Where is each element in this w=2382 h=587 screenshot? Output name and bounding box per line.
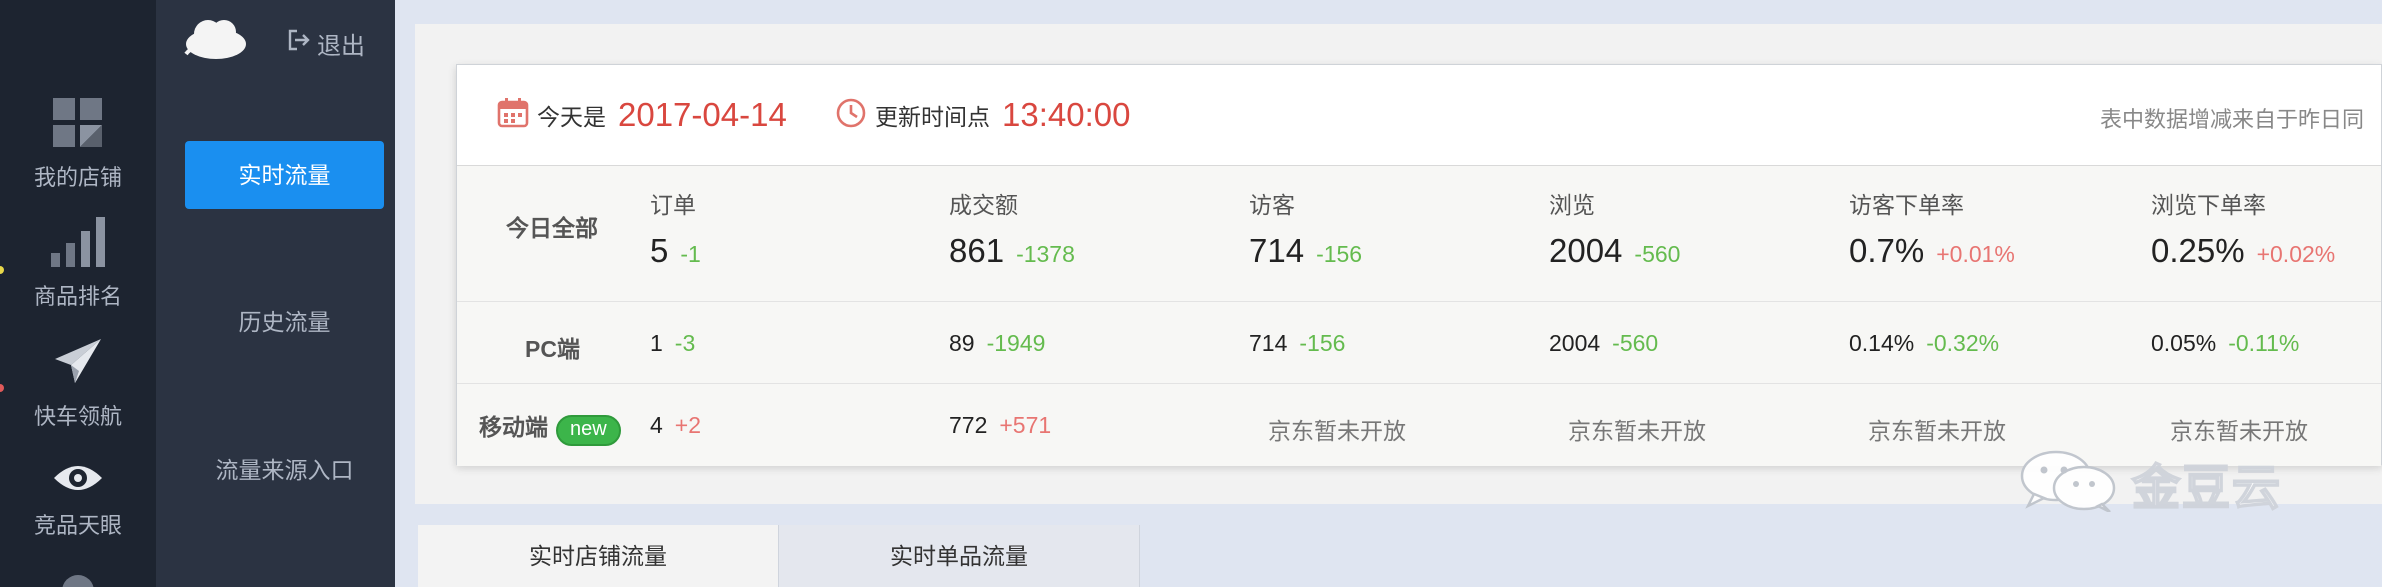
watermark: 金豆云	[2018, 448, 2282, 518]
metric-delta: -1	[680, 241, 701, 267]
menu-traffic-source[interactable]: 流量来源入口	[185, 436, 384, 504]
column-header: 订单	[650, 192, 696, 218]
metric-delta: +0.02%	[2256, 241, 2336, 267]
metric-orders: 4 +2	[650, 412, 701, 439]
metric-orders: 订单 5 -1	[650, 186, 701, 270]
comparison-note: 表中数据增减来自于昨日同	[2100, 107, 2365, 132]
rail-item-product-ranking[interactable]: 商品排名	[0, 217, 156, 311]
row-title-mobile: 移动端 new	[479, 408, 621, 446]
metric-visitor-conversion: 访客下单率 0.7% +0.01%	[1849, 186, 2015, 270]
metric-value: 772	[949, 412, 988, 438]
metric-value: 0.14%	[1849, 330, 1915, 356]
metric-value: 89	[949, 330, 975, 356]
eye-icon	[0, 460, 156, 502]
metric-delta: -1949	[986, 330, 1046, 356]
metric-sales: 772 +571	[949, 412, 1051, 439]
metric-delta: +0.01%	[1936, 241, 2015, 267]
logout-icon	[287, 28, 311, 59]
not-available-text: 京东暂未开放	[1568, 418, 1706, 444]
rail-item-label: 竞品天眼	[33, 513, 122, 538]
metric-delta: -156	[1299, 330, 1346, 356]
column-header: 访客	[1249, 192, 1295, 218]
metric-sales: 89 -1949	[949, 330, 1045, 357]
update-time-block: 更新时间点 13:40:00	[835, 96, 1130, 134]
metric-value: 5	[650, 232, 669, 269]
metric-visitor-conversion: 0.14% -0.32%	[1849, 330, 1999, 357]
bar-chart-icon	[0, 217, 156, 273]
row-title: 移动端	[479, 414, 548, 440]
column-header: 成交额	[949, 192, 1018, 218]
metric-pageview-conversion: 0.05% -0.11%	[2151, 330, 2299, 357]
metric-pageviews: 2004 -560	[1549, 330, 1658, 357]
logout-label: 退出	[317, 33, 365, 60]
not-available-text: 京东暂未开放	[1268, 418, 1406, 444]
column-header: 浏览下单率	[2151, 192, 2266, 218]
metric-delta: -156	[1316, 241, 1363, 267]
metric-orders: 1 -3	[650, 330, 695, 357]
metric-pageviews: 浏览 2004 -560	[1549, 186, 1680, 270]
metric-delta: -0.32%	[1926, 330, 2000, 356]
metric-sales: 成交额 861 -1378	[949, 186, 1075, 270]
rail-item-label: 快车领航	[33, 404, 122, 429]
metric-value: 0.05%	[2151, 330, 2217, 356]
metric-visitors: 访客 714 -156	[1249, 186, 1362, 270]
metric-delta: -560	[1612, 330, 1659, 356]
table-row-today-all: 今日全部 订单 5 -1 成交额 861 -1378 访客 714 -156 浏览 2…	[457, 166, 2381, 302]
rail-item-label: 我的店铺	[33, 165, 122, 190]
calendar-icon	[497, 97, 529, 133]
tab-realtime-shop-traffic[interactable]: 实时店铺流量	[418, 525, 778, 587]
new-badge: new	[556, 415, 621, 446]
rail-item-label: 商品排名	[33, 284, 122, 309]
wechat-icon	[2018, 450, 2122, 517]
metric-value: 0.25%	[2151, 232, 2245, 269]
metric-value: 0.7%	[1849, 232, 1925, 269]
clock-icon	[835, 97, 867, 134]
menu-history-traffic[interactable]: 历史流量	[185, 288, 384, 356]
metric-value: 1	[650, 330, 663, 356]
table-row-pc: PC端 1 -3 89 -1949 714 -156 2004 -560 0.14% -0…	[457, 302, 2381, 384]
update-value: 13:40:00	[1002, 96, 1131, 133]
column-header: 浏览	[1549, 192, 1595, 218]
icon-rail: 我的店铺 商品排名 快车领航 竞品天眼	[0, 0, 156, 587]
metric-value: 714	[1249, 330, 1288, 356]
watermark-text: 金豆云	[2131, 461, 2283, 516]
metric-delta: +2	[674, 412, 702, 438]
metric-value: 2004	[1549, 330, 1601, 356]
date-block: 今天是 2017-04-14	[497, 96, 787, 134]
metric-delta: +571	[999, 412, 1052, 438]
not-available-text: 京东暂未开放	[1868, 418, 2006, 444]
metric-delta: -0.11%	[2228, 330, 2300, 356]
metric-delta: -1378	[1016, 241, 1075, 267]
tab-realtime-item-traffic[interactable]: 实时单品流量	[778, 525, 1140, 587]
realtime-stats-card: 今天是 2017-04-14 更新时间点 13:40:00 表中数据增减来自于昨…	[456, 64, 2382, 466]
metric-value: 714	[1249, 232, 1305, 269]
metric-delta: -560	[1634, 241, 1681, 267]
cloud-logo-icon	[182, 14, 250, 69]
metric-value: 2004	[1549, 232, 1623, 269]
sub-menu: 退出 实时流量 历史流量 流量来源入口	[156, 0, 395, 587]
stats-header: 今天是 2017-04-14 更新时间点 13:40:00 表中数据增减来自于昨…	[457, 65, 2381, 166]
row-title: PC端	[525, 336, 580, 362]
grid-icon	[0, 98, 156, 154]
metric-delta: -3	[674, 330, 696, 356]
metric-value: 4	[650, 412, 663, 438]
metric-visitors: 714 -156	[1249, 330, 1345, 357]
menu-realtime-traffic[interactable]: 实时流量	[185, 141, 384, 209]
rail-item-my-shop[interactable]: 我的店铺	[0, 98, 156, 192]
rail-item-express-navigation[interactable]: 快车领航	[0, 337, 156, 431]
column-header: 访客下单率	[1849, 192, 1964, 218]
metric-value: 861	[949, 232, 1005, 269]
update-label: 更新时间点	[875, 104, 990, 130]
row-title: 今日全部	[506, 215, 598, 241]
paper-plane-icon	[0, 337, 156, 393]
rail-item-competitor-watch[interactable]: 竞品天眼	[0, 460, 156, 540]
logout-button[interactable]: 退出	[287, 26, 365, 61]
partial-icon	[62, 575, 94, 587]
not-available-text: 京东暂未开放	[2170, 418, 2308, 444]
today-label: 今天是	[537, 104, 606, 130]
metric-pageview-conversion: 浏览下单率 0.25% +0.02%	[2151, 186, 2335, 270]
today-value: 2017-04-14	[618, 96, 787, 133]
